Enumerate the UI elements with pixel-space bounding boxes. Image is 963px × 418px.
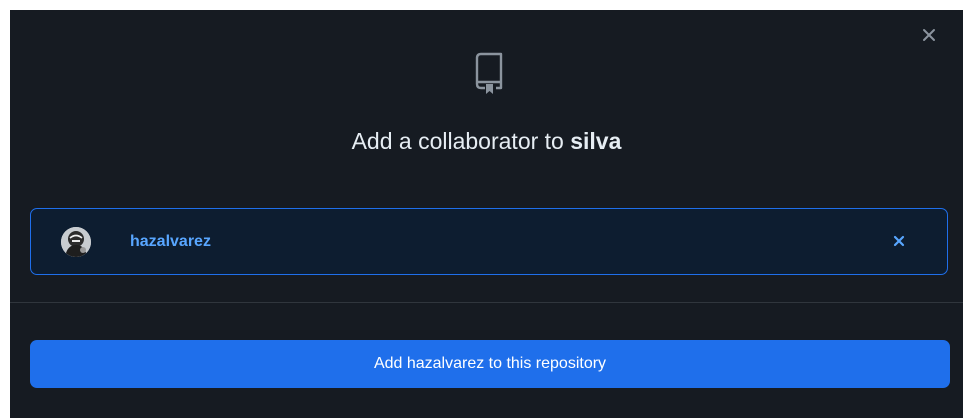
avatar [61, 227, 91, 257]
remove-icon [893, 235, 905, 247]
dialog-title: Add a collaborator to silva [10, 126, 963, 156]
repo-name: silva [570, 128, 622, 154]
selected-username: hazalvarez [130, 233, 211, 250]
repo-icon [470, 48, 510, 98]
close-icon [923, 29, 935, 41]
add-collaborator-dialog: Add a collaborator to silva hazalvarez A… [10, 10, 963, 418]
remove-user-button[interactable] [891, 233, 907, 249]
close-button[interactable] [920, 26, 938, 44]
selected-user-card: hazalvarez [30, 208, 948, 275]
title-prefix: Add a collaborator to [351, 128, 571, 154]
divider [10, 302, 963, 303]
add-collaborator-button[interactable]: Add hazalvarez to this repository [30, 340, 950, 388]
